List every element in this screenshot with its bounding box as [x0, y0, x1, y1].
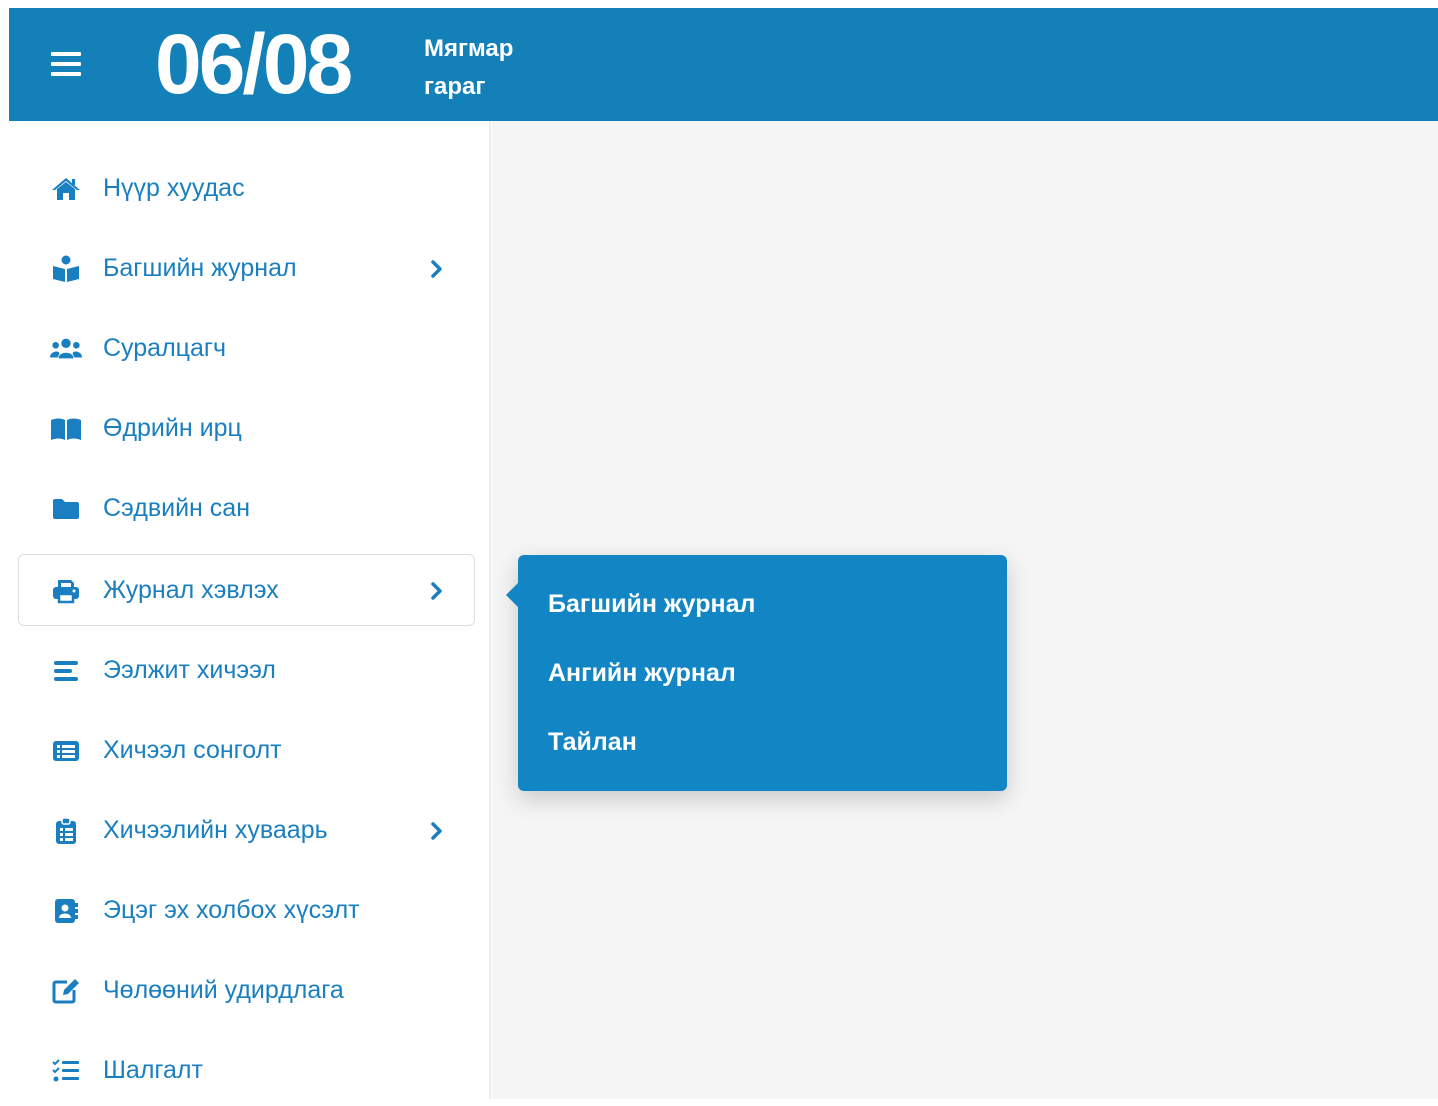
weekday-line-1: Мягмар [424, 35, 514, 62]
folder-icon [50, 494, 82, 524]
sidebar-item-daily-attendance[interactable]: Өдрийн ирц [18, 392, 475, 464]
submenu-item-class-journal[interactable]: Ангийн журнал [548, 659, 736, 688]
sidebar-item-regular-lesson[interactable]: Ээлжит хичээл [18, 634, 475, 706]
weekday-line-2: гараг [424, 73, 486, 100]
address-book-icon [50, 896, 82, 926]
sidebar-item-label: Сэдвийн сан [103, 493, 251, 522]
chevron-right-icon [431, 260, 442, 278]
sidebar-item-teacher-journal[interactable]: Багшийн журнал [18, 232, 475, 304]
users-icon [50, 334, 82, 364]
list-box-icon [50, 736, 82, 766]
sidebar-item-lesson-choice[interactable]: Хичээл сонголт [18, 714, 475, 786]
submenu-item-report[interactable]: Тайлан [548, 728, 637, 757]
chevron-right-icon [431, 582, 442, 600]
sidebar-item-label: Чөлөөний удирдлага [103, 975, 344, 1004]
sidebar-item-topic-bank[interactable]: Сэдвийн сан [18, 472, 475, 544]
checklist-icon [50, 1056, 82, 1086]
sidebar-item-label: Суралцагч [103, 333, 227, 362]
hamburger-menu-icon[interactable] [51, 52, 81, 76]
submenu-arrow [506, 583, 518, 607]
top-header: 06/08 Мягмар гараг [9, 8, 1438, 121]
sidebar-item-label: Өдрийн ирц [103, 413, 242, 442]
sidebar-item-home[interactable]: Нүүр хуудас [18, 152, 475, 224]
submenu-item-teacher-journal[interactable]: Багшийн журнал [548, 590, 755, 619]
chevron-right-icon [431, 822, 442, 840]
sidebar-item-timetable[interactable]: Хичээлийн хуваарь [18, 794, 475, 866]
print-journal-submenu: Багшийн журнал Ангийн журнал Тайлан [506, 555, 1007, 791]
sidebar: Нүүр хуудас Багшийн журнал Суралцагч Өдр… [0, 121, 491, 1099]
current-weekday: Мягмар гараг [424, 30, 513, 106]
sidebar-item-label: Хичээл сонголт [103, 735, 282, 764]
sidebar-item-parent-link-request[interactable]: Эцэг эх холбох хүсэлт [18, 874, 475, 946]
current-date: 06/08 [155, 17, 353, 111]
sidebar-item-label: Багшийн журнал [103, 253, 297, 282]
sidebar-item-label: Шалгалт [103, 1055, 203, 1084]
sidebar-item-leave-management[interactable]: Чөлөөний удирдлага [18, 954, 475, 1026]
sidebar-item-exam[interactable]: Шалгалт [18, 1034, 475, 1106]
teacher-icon [50, 254, 82, 284]
printer-icon [50, 576, 82, 606]
edit-icon [50, 976, 82, 1006]
sidebar-item-label: Ээлжит хичээл [103, 655, 276, 684]
align-lines-icon [50, 656, 82, 686]
sidebar-item-label: Нүүр хуудас [103, 173, 245, 202]
sidebar-item-label: Хичээлийн хуваарь [103, 815, 328, 844]
home-icon [50, 174, 82, 204]
sidebar-item-students[interactable]: Суралцагч [18, 312, 475, 384]
sidebar-item-label: Журнал хэвлэх [103, 575, 279, 604]
sidebar-item-label: Эцэг эх холбох хүсэлт [103, 895, 360, 924]
clipboard-list-icon [50, 816, 82, 846]
book-open-icon [50, 414, 82, 444]
sidebar-item-print-journal[interactable]: Журнал хэвлэх [18, 554, 475, 626]
